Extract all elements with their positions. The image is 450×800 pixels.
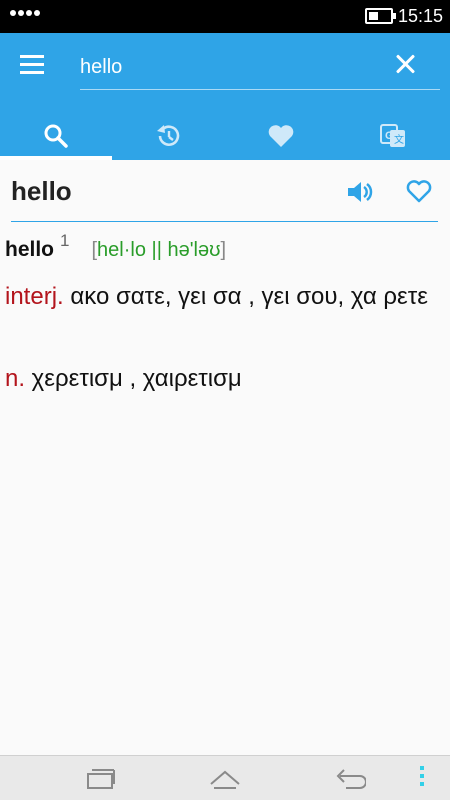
menu-icon[interactable] [20, 55, 50, 81]
tab-bar: G 文 [0, 111, 450, 160]
clear-search-button[interactable] [392, 51, 418, 77]
entry-headline: hello 1 [hel·lo || hə'ləʊ] [5, 231, 226, 262]
google-translate-icon: G 文 [380, 123, 405, 147]
home-icon[interactable] [208, 764, 242, 792]
svg-text:G: G [385, 130, 394, 142]
more-options-icon[interactable] [420, 766, 428, 792]
ipa-text: hel·lo || hə'ləʊ [97, 239, 221, 261]
status-bar: 15:15 [0, 0, 450, 33]
part-of-speech: n. [5, 365, 26, 392]
speaker-icon[interactable] [345, 178, 375, 206]
pron-close-bracket: ] [220, 239, 227, 261]
back-icon[interactable] [332, 764, 367, 792]
header-divider [11, 221, 438, 222]
add-favorite-heart-icon[interactable] [405, 178, 433, 206]
homonym-number: 1 [60, 231, 70, 250]
dictionary-content: hello hello 1 [hel·lo || hə'ləʊ] interj. α… [0, 160, 450, 755]
sense-noun: n. χερετισμ , χαιρετισμ [5, 362, 435, 396]
tab-history[interactable] [112, 111, 224, 160]
search-icon [44, 124, 68, 148]
entry-title: hello [11, 176, 72, 206]
sense-interjection: interj. ακο σατε, γει σα , γει σου, χα ρ… [5, 280, 435, 314]
part-of-speech: interj. [5, 283, 64, 310]
search-underline [80, 89, 440, 90]
recent-apps-icon[interactable] [84, 764, 118, 792]
favorites-heart-icon [268, 124, 294, 147]
app-toolbar: G 文 [0, 33, 450, 160]
status-clock: 15:15 [398, 6, 444, 26]
svg-text:文: 文 [394, 133, 404, 146]
sense-translation: χερετισμ , χαιρετισμ [25, 365, 242, 392]
battery-icon [365, 8, 396, 24]
tab-search[interactable] [0, 111, 112, 160]
search-input[interactable] [80, 49, 380, 85]
signal-strength-icon [10, 10, 40, 16]
history-icon [157, 124, 180, 146]
headword: hello [5, 238, 55, 261]
pronunciation: [hel·lo || hə'ləʊ] [91, 239, 226, 261]
system-nav-bar [0, 755, 450, 800]
sense-translation: ακο σατε, γει σα , γει σου, χα ρετε [63, 283, 428, 310]
tab-translate[interactable]: G 文 [337, 111, 449, 160]
tab-favorites[interactable] [225, 111, 337, 160]
